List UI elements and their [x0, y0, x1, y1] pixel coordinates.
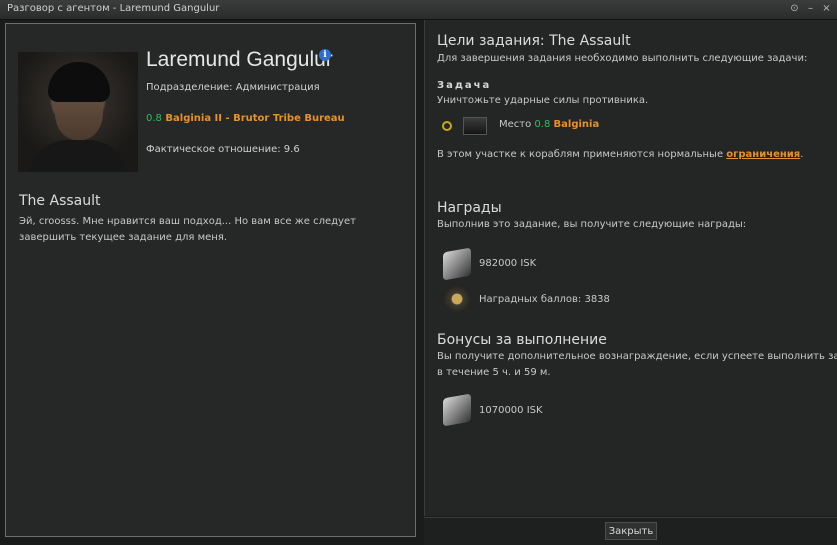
portrait-hair: [48, 62, 110, 102]
agent-dialog: Эй, croosss. Мне нравится ваш подход... …: [19, 216, 356, 243]
agent-location-security: 0.8: [146, 113, 162, 124]
mission-title: The Assault: [19, 193, 101, 209]
restriction-prefix: В этом участке к кораблям применяются но…: [437, 149, 727, 160]
place-name[interactable]: Balginia: [554, 119, 600, 130]
portrait-body: [28, 140, 128, 172]
rewards-intro: Выполнив это задание, вы получите следую…: [437, 219, 747, 230]
window-title: Разговор с агентом - Laremund Gangulur: [7, 3, 220, 14]
close-icon[interactable]: ×: [820, 2, 833, 15]
bonus-heading: Бонусы за выполнение: [437, 332, 607, 348]
isk-icon: [443, 393, 471, 427]
bonus-isk: 1070000 ISK: [479, 405, 543, 416]
agent-division: Подразделение: Администрация: [146, 82, 320, 93]
objectives-heading: Цели задания: The Assault: [437, 33, 631, 49]
place-security: 0.8: [534, 119, 551, 130]
reward-isk: 982000 ISK: [479, 258, 537, 269]
location-thumbnail-icon[interactable]: [463, 117, 487, 135]
task-text: Уничтожьте ударные силы противника.: [437, 95, 649, 106]
agent-name: Laremund Gangulur: [146, 48, 333, 71]
bonus-intro-line2: в течение 5 ч. и 59 м.: [437, 367, 551, 378]
agent-location-name[interactable]: Balginia II - Brutor Tribe Bureau: [165, 113, 344, 124]
minimize-icon[interactable]: ⊙: [788, 2, 801, 15]
collapse-icon[interactable]: –: [804, 2, 817, 15]
place-label: Место: [499, 119, 532, 130]
agent-panel: Laremund Gangulur i Подразделение: Админ…: [5, 23, 416, 537]
reward-lp: Наградных баллов: 3838: [479, 294, 610, 305]
agent-location[interactable]: 0.8 Balginia II - Brutor Tribe Bureau: [146, 113, 345, 124]
isk-icon: [443, 247, 471, 281]
agent-standing: Фактическое отношение: 9.6: [146, 144, 300, 155]
close-button[interactable]: Закрыть: [605, 522, 657, 540]
restriction-suffix: .: [800, 149, 804, 160]
agent-portrait[interactable]: [18, 52, 138, 172]
task-label: Задача: [437, 80, 492, 91]
info-icon[interactable]: i: [319, 49, 331, 61]
window-titlebar[interactable]: Разговор с агентом - Laremund Gangulur ⊙…: [0, 0, 837, 20]
objective-marker-icon: [442, 121, 452, 131]
objective-location: Место 0.8 Balginia: [499, 119, 599, 130]
mission-panel: Цели задания: The Assault Для завершения…: [424, 20, 837, 516]
restriction-text: В этом участке к кораблям применяются но…: [437, 149, 803, 160]
objectives-intro: Для завершения задания необходимо выполн…: [437, 53, 808, 64]
restriction-link[interactable]: ограничения: [726, 149, 800, 160]
window-controls: ⊙ – ×: [788, 2, 833, 15]
bonus-intro-line1: Вы получите дополнительное вознаграждени…: [437, 351, 837, 362]
loyalty-points-icon: [443, 285, 471, 313]
rewards-heading: Награды: [437, 200, 502, 216]
